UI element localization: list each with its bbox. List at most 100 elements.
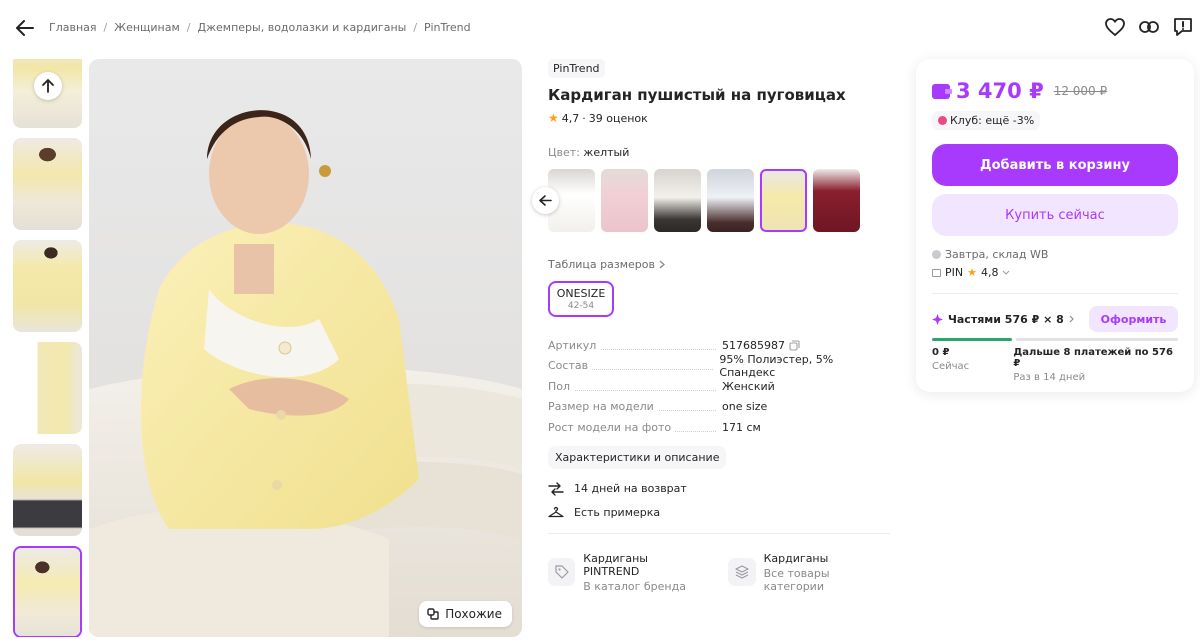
pay-later-col: Дальше 8 платежей по 576 ₽ Раз в 14 дней	[1013, 347, 1178, 383]
pay-now-col: 0 ₽ Сейчас	[932, 347, 1013, 383]
category-link[interactable]: Кардиганы Все товары категории	[728, 552, 890, 593]
color-label-text: Цвет:	[548, 146, 580, 159]
size-table-label: Таблица размеров	[548, 258, 655, 271]
chevron-right-icon	[1069, 315, 1074, 323]
top-bar: Главная / Женщинам / Джемперы, водолазки и…	[0, 0, 1200, 56]
color-swatch-light-blue[interactable]	[707, 169, 754, 232]
seller-rating: 4,8	[980, 266, 999, 279]
category-title: Кардиганы	[763, 551, 829, 565]
progress-segment-done	[932, 338, 1012, 341]
color-label: Цвет: желтый	[548, 146, 890, 159]
delivery-text: Завтра, склад WB	[945, 248, 1049, 261]
main-product-image[interactable]: Похожие	[89, 59, 522, 637]
split-payment-button[interactable]: Оформить	[1089, 306, 1178, 332]
back-button[interactable]	[13, 16, 37, 40]
copy-icon[interactable]	[789, 340, 800, 351]
buy-card: 3 470 ₽ 12 000 ₽ Клуб: ещё -3% Добавить …	[916, 59, 1194, 392]
brand-catalog-link[interactable]: Кардиганы PINTREND В каталог бренда	[548, 552, 704, 593]
seller-info[interactable]: PIN ★ 4,8	[932, 266, 1178, 279]
shop-icon	[932, 268, 941, 277]
breadcrumb-item[interactable]: PinTrend	[424, 21, 471, 34]
color-swatch-burgundy[interactable]	[813, 169, 860, 232]
heart-icon	[1105, 18, 1125, 36]
breadcrumb: Главная / Женщинам / Джемперы, водолазки и…	[49, 21, 471, 34]
pay-now-amount: 0 ₽	[932, 347, 950, 358]
spec-row: Рост модели на фото 171 см	[548, 417, 890, 438]
breadcrumb-item[interactable]: Джемперы, водолазки и кардиганы	[198, 21, 407, 34]
link-icon	[1139, 21, 1159, 33]
wallet-icon	[932, 83, 952, 99]
size-option-onesize[interactable]: ONESIZE 42-54	[548, 281, 614, 317]
share-link-button[interactable]	[1138, 16, 1160, 38]
similar-button[interactable]: Похожие	[419, 601, 512, 627]
hanger-icon	[548, 506, 564, 518]
perk-return: 14 дней на возврат	[548, 481, 890, 496]
divider	[548, 532, 890, 534]
star-icon: ★	[967, 266, 977, 279]
color-swatches	[532, 169, 890, 232]
add-to-cart-button[interactable]: Добавить в корзину	[932, 144, 1178, 186]
spec-row: Размер на модели one size	[548, 397, 890, 418]
payment-schedule: 0 ₽ Сейчас Дальше 8 платежей по 576 ₽ Ра…	[932, 347, 1178, 383]
color-swatch-pink[interactable]	[601, 169, 648, 232]
split-payment-link[interactable]: Частями 576 ₽ × 8	[932, 313, 1074, 326]
product-photo	[89, 59, 522, 637]
spec-row: Состав 95% Полиэстер, 5% Спандекс	[548, 353, 890, 379]
thumbnail[interactable]	[13, 444, 82, 536]
spec-key: Состав	[548, 359, 593, 373]
thumbnail-selected[interactable]	[13, 546, 82, 637]
breadcrumb-separator: /	[186, 21, 191, 34]
club-discount-badge[interactable]: Клуб: ещё -3%	[932, 111, 1041, 130]
thumbnail[interactable]	[13, 240, 82, 332]
buy-now-button[interactable]: Купить сейчас	[932, 194, 1178, 236]
divider	[932, 293, 1178, 294]
spec-value: Женский	[722, 379, 775, 393]
pay-later-amount: Дальше 8 платежей по 576 ₽	[1013, 347, 1173, 369]
price-row: 3 470 ₽ 12 000 ₽	[932, 79, 1178, 103]
report-icon	[1174, 18, 1192, 36]
perk-fitting: Есть примерка	[548, 506, 890, 519]
thumbnail-strip	[13, 59, 82, 637]
rating[interactable]: ★ 4,7 · 39 оценок	[548, 111, 890, 125]
perk-text: 14 дней на возврат	[574, 482, 687, 495]
spec-key: Пол	[548, 379, 575, 393]
split-payment-row: Частями 576 ₽ × 8 Оформить	[932, 306, 1178, 332]
characteristics-button[interactable]: Характеристики и описание	[548, 445, 727, 469]
breadcrumb-item[interactable]: Женщинам	[114, 21, 180, 34]
report-button[interactable]	[1172, 16, 1194, 38]
reviews-count: 39 оценок	[588, 111, 648, 125]
pay-now-when: Сейчас	[932, 361, 970, 372]
payment-progress	[932, 338, 1178, 341]
breadcrumb-item[interactable]: Главная	[49, 21, 97, 34]
rating-separator: ·	[582, 111, 586, 125]
swatches-prev-button[interactable]	[532, 187, 559, 214]
thumbnails-scroll-up[interactable]	[34, 72, 62, 100]
breadcrumb-separator: /	[103, 21, 108, 34]
old-price: 12 000 ₽	[1053, 84, 1108, 98]
rating-value: 4,7	[561, 111, 580, 125]
spec-value: one size	[722, 400, 768, 414]
star-icon: ★	[548, 111, 559, 125]
spec-key: Рост модели на фото	[548, 420, 676, 434]
size-table-link[interactable]: Таблица размеров	[548, 258, 890, 271]
thumbnail[interactable]	[13, 342, 82, 434]
product-title: Кардиган пушистый на пуговицах	[548, 86, 846, 104]
pay-later-when: Раз в 14 дней	[1013, 372, 1086, 383]
favorite-button[interactable]	[1104, 16, 1126, 38]
perk-text: Есть примерка	[574, 505, 661, 519]
thumbnail[interactable]	[13, 138, 82, 230]
spec-row: Пол Женский	[548, 376, 890, 397]
club-text: Клуб: ещё -3%	[950, 114, 1035, 127]
color-swatch-milk[interactable]	[654, 169, 701, 232]
delivery-info: Завтра, склад WB	[932, 248, 1178, 261]
similar-icon	[427, 608, 439, 620]
spec-value: 171 см	[722, 420, 761, 434]
chevron-down-icon	[1003, 270, 1010, 275]
spec-value: 517685987	[722, 338, 785, 352]
category-subtitle: В каталог бренда	[583, 579, 686, 593]
globe-icon	[932, 250, 941, 259]
color-swatch-yellow[interactable]	[760, 169, 807, 232]
seller-name: PIN	[945, 266, 964, 279]
club-icon	[938, 116, 947, 125]
brand-link[interactable]: PinTrend	[548, 59, 605, 78]
